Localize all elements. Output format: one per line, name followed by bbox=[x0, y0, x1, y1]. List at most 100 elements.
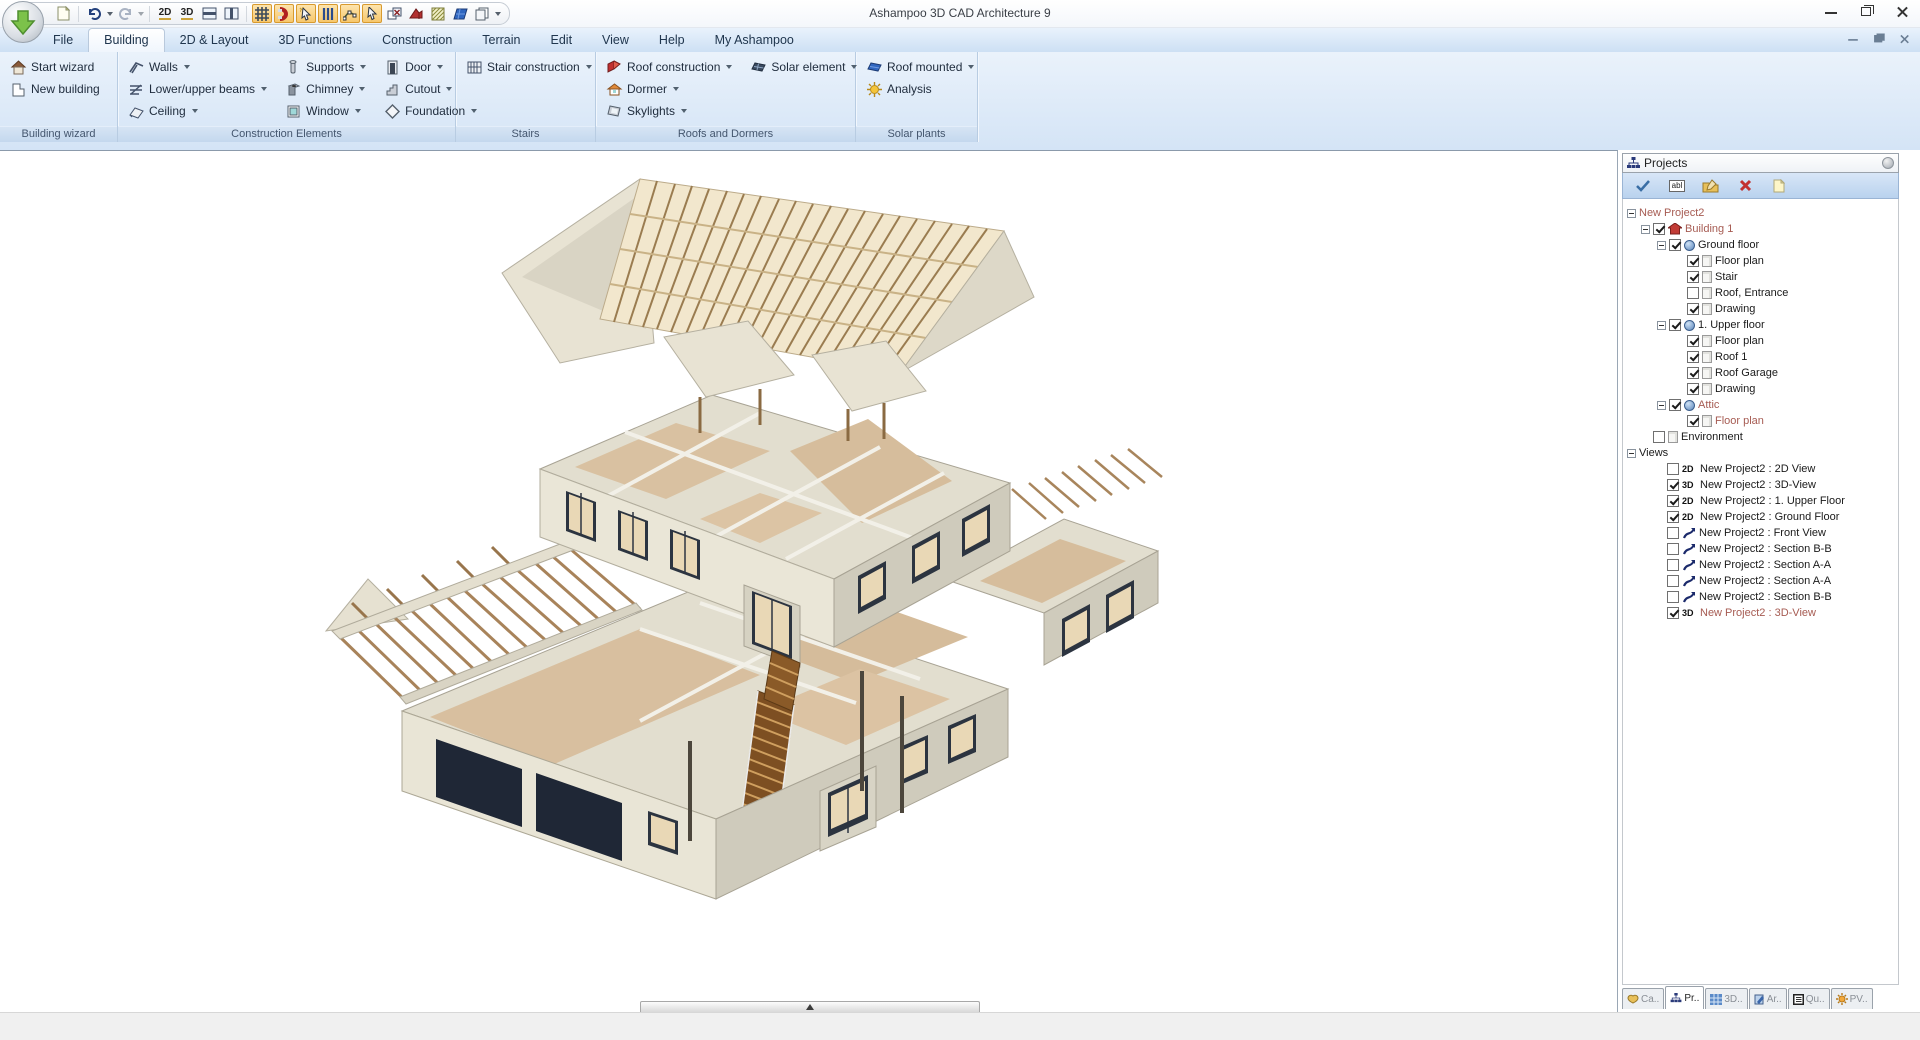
tab-catalog[interactable]: Ca.. bbox=[1622, 988, 1664, 1009]
checkbox-unchecked[interactable] bbox=[1667, 527, 1679, 539]
checkbox-checked[interactable] bbox=[1667, 495, 1679, 507]
collapse-icon[interactable] bbox=[1657, 241, 1666, 250]
tab-terrain[interactable]: Terrain bbox=[467, 29, 535, 52]
tree-item-view[interactable]: 3D New Project2 : 3D-View bbox=[1623, 477, 1898, 493]
checkbox-checked[interactable] bbox=[1669, 239, 1681, 251]
tree-item-view[interactable]: 2D New Project2 : Ground Floor bbox=[1623, 509, 1898, 525]
collapse-icon[interactable] bbox=[1641, 225, 1650, 234]
tree-item-building[interactable]: Building 1 bbox=[1623, 221, 1898, 237]
checkbox-unchecked[interactable] bbox=[1667, 559, 1679, 571]
mdi-restore-button[interactable] bbox=[1873, 34, 1884, 44]
panel-pin-icon[interactable] bbox=[1882, 157, 1894, 169]
analysis-button[interactable]: Analysis bbox=[862, 78, 971, 100]
tree-item-view[interactable]: 2D New Project2 : 1. Upper Floor bbox=[1623, 493, 1898, 509]
apply-check-button[interactable] bbox=[1631, 176, 1655, 196]
tree-item-project[interactable]: New Project2 bbox=[1623, 205, 1898, 221]
checkbox-unchecked[interactable] bbox=[1667, 463, 1679, 475]
new-building-button[interactable]: New building bbox=[6, 78, 111, 100]
tree-item-view-active[interactable]: 3D New Project2 : 3D-View bbox=[1623, 605, 1898, 621]
checkbox-checked[interactable] bbox=[1667, 479, 1679, 491]
delete-button[interactable] bbox=[1733, 176, 1757, 196]
checkbox-checked[interactable] bbox=[1667, 607, 1679, 619]
roof-construction-button[interactable]: Roof construction bbox=[602, 56, 736, 78]
rename-button[interactable]: abl bbox=[1665, 176, 1689, 196]
mdi-minimize-button[interactable] bbox=[1847, 34, 1858, 44]
checkbox-unchecked[interactable] bbox=[1667, 591, 1679, 603]
tab-help[interactable]: Help bbox=[644, 29, 700, 52]
collapse-icon[interactable] bbox=[1657, 321, 1666, 330]
new-item-button[interactable] bbox=[1767, 176, 1791, 196]
stair-construction-button[interactable]: Stair construction bbox=[462, 56, 589, 78]
tree-item-view[interactable]: New Project2 : Section B-B bbox=[1623, 589, 1898, 605]
tree-item-floor[interactable]: 1. Upper floor bbox=[1623, 317, 1898, 333]
tree-item-views[interactable]: Views bbox=[1623, 445, 1898, 461]
tab-building[interactable]: Building bbox=[88, 28, 164, 52]
checkbox-checked[interactable] bbox=[1687, 383, 1699, 395]
restore-button[interactable] bbox=[1860, 6, 1874, 19]
tree-item-layer[interactable]: Drawing bbox=[1623, 381, 1898, 397]
supports-button[interactable]: Supports bbox=[281, 56, 370, 78]
checkbox-unchecked[interactable] bbox=[1687, 287, 1699, 299]
collapse-icon[interactable] bbox=[1657, 401, 1666, 410]
mdi-close-button[interactable] bbox=[1899, 34, 1910, 44]
checkbox-checked[interactable] bbox=[1653, 223, 1665, 235]
checkbox-checked[interactable] bbox=[1687, 367, 1699, 379]
tree-item-layer[interactable]: Floor plan bbox=[1623, 253, 1898, 269]
checkbox-checked[interactable] bbox=[1687, 303, 1699, 315]
edit-properties-button[interactable] bbox=[1699, 176, 1723, 196]
tab-3d-objects[interactable]: 3D.. bbox=[1705, 988, 1747, 1009]
checkbox-checked[interactable] bbox=[1687, 415, 1699, 427]
tree-item-view[interactable]: New Project2 : Section B-B bbox=[1623, 541, 1898, 557]
tree-item-floor[interactable]: Ground floor bbox=[1623, 237, 1898, 253]
roof-mounted-button[interactable]: Roof mounted bbox=[862, 56, 971, 78]
tab-area[interactable]: Ar.. bbox=[1749, 988, 1787, 1009]
bottom-panel-expand-handle[interactable] bbox=[640, 1001, 980, 1012]
close-button[interactable] bbox=[1896, 6, 1910, 19]
tree-item-view[interactable]: New Project2 : Front View bbox=[1623, 525, 1898, 541]
chimney-button[interactable]: Chimney bbox=[281, 78, 370, 100]
checkbox-unchecked[interactable] bbox=[1667, 575, 1679, 587]
tree-item-layer[interactable]: Drawing bbox=[1623, 301, 1898, 317]
checkbox-checked[interactable] bbox=[1687, 255, 1699, 267]
ceiling-button[interactable]: Ceiling bbox=[124, 100, 271, 122]
tree-item-view[interactable]: New Project2 : Section A-A bbox=[1623, 573, 1898, 589]
tree-item-view[interactable]: 2D New Project2 : 2D View bbox=[1623, 461, 1898, 477]
tab-file[interactable]: File bbox=[38, 29, 88, 52]
3d-viewport[interactable] bbox=[0, 150, 1618, 1012]
tree-item-layer[interactable]: Roof Garage bbox=[1623, 365, 1898, 381]
tab-view[interactable]: View bbox=[587, 29, 644, 52]
minimize-button[interactable] bbox=[1824, 6, 1838, 19]
checkbox-checked[interactable] bbox=[1687, 271, 1699, 283]
tree-item-view[interactable]: New Project2 : Section A-A bbox=[1623, 557, 1898, 573]
dormer-button[interactable]: Dormer bbox=[602, 78, 736, 100]
walls-button[interactable]: Walls bbox=[124, 56, 271, 78]
tab-quantities[interactable]: Qu.. bbox=[1788, 988, 1830, 1009]
tab-3d-functions[interactable]: 3D Functions bbox=[263, 29, 367, 52]
tree-item-layer[interactable]: Stair bbox=[1623, 269, 1898, 285]
tab-construction[interactable]: Construction bbox=[367, 29, 467, 52]
checkbox-checked[interactable] bbox=[1669, 399, 1681, 411]
tree-item-layer[interactable]: Roof, Entrance bbox=[1623, 285, 1898, 301]
solar-element-button[interactable]: Solar element bbox=[746, 56, 861, 78]
tree-item-environment[interactable]: Environment bbox=[1623, 429, 1898, 445]
checkbox-unchecked[interactable] bbox=[1653, 431, 1665, 443]
tab-2d-layout[interactable]: 2D & Layout bbox=[165, 29, 264, 52]
start-wizard-button[interactable]: Start wizard bbox=[6, 56, 111, 78]
checkbox-checked[interactable] bbox=[1667, 511, 1679, 523]
tab-pv-system[interactable]: PV.. bbox=[1831, 988, 1873, 1009]
skylights-button[interactable]: Skylights bbox=[602, 100, 736, 122]
tree-item-layer[interactable]: Floor plan bbox=[1623, 413, 1898, 429]
checkbox-unchecked[interactable] bbox=[1667, 543, 1679, 555]
tree-item-layer[interactable]: Roof 1 bbox=[1623, 349, 1898, 365]
collapse-icon[interactable] bbox=[1627, 449, 1636, 458]
checkbox-checked[interactable] bbox=[1669, 319, 1681, 331]
checkbox-checked[interactable] bbox=[1687, 351, 1699, 363]
tab-edit[interactable]: Edit bbox=[536, 29, 588, 52]
tree-item-floor[interactable]: Attic bbox=[1623, 397, 1898, 413]
lower-upper-beams-button[interactable]: Lower/upper beams bbox=[124, 78, 271, 100]
tree-item-layer[interactable]: Floor plan bbox=[1623, 333, 1898, 349]
checkbox-checked[interactable] bbox=[1687, 335, 1699, 347]
app-logo-icon[interactable] bbox=[2, 1, 44, 43]
window-button[interactable]: Window bbox=[281, 100, 370, 122]
tab-projects[interactable]: Pr.. bbox=[1665, 986, 1704, 1009]
